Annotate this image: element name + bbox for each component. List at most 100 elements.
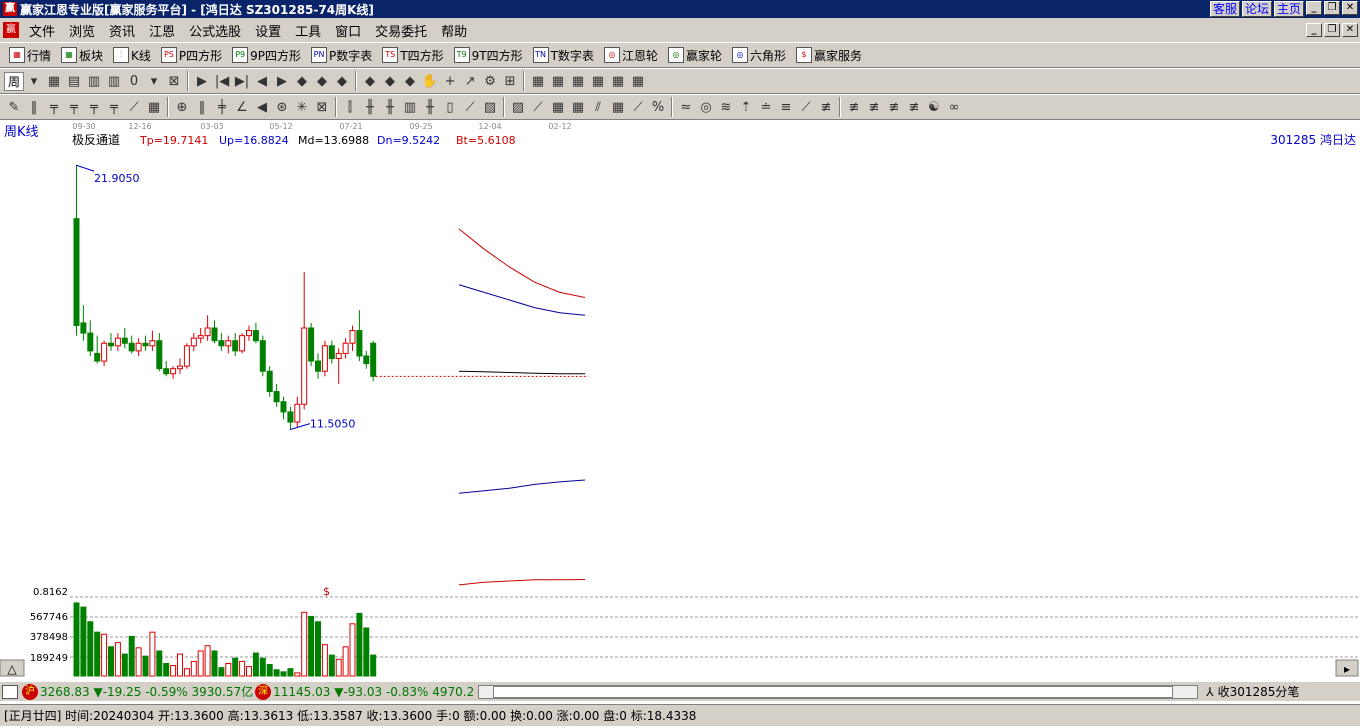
tool-icon[interactable]: ⊞ — [500, 71, 520, 91]
toolbar-button-2[interactable]: ⫶ K线 — [108, 47, 156, 64]
tool-icon[interactable]: ▦ — [608, 71, 628, 91]
link-forum[interactable]: 论坛 — [1241, 1, 1272, 17]
tool-icon[interactable]: ☯ — [924, 97, 944, 117]
tool-icon[interactable]: ▦ — [588, 71, 608, 91]
tool-icon[interactable]: ⇡ — [736, 97, 756, 117]
tool-icon[interactable]: ╤ — [84, 97, 104, 117]
tool-icon[interactable]: ≢ — [884, 97, 904, 117]
tool-icon[interactable]: ≢ — [816, 97, 836, 117]
tool-icon[interactable]: ◆ — [332, 71, 352, 91]
tool-icon[interactable]: ⊕ — [172, 97, 192, 117]
tool-icon[interactable]: ✳ — [292, 97, 312, 117]
menu-file[interactable]: 文件 — [22, 21, 62, 40]
tool-icon[interactable]: ⫽ — [588, 97, 608, 117]
menu-settings[interactable]: 设置 — [248, 21, 288, 40]
tool-icon[interactable]: % — [648, 97, 668, 117]
tool-icon[interactable]: ⊠ — [164, 71, 184, 91]
menu-help[interactable]: 帮助 — [434, 21, 474, 40]
period-selector[interactable]: 周 — [4, 71, 25, 91]
tool-icon[interactable]: ▨ — [480, 97, 500, 117]
tool-icon[interactable]: ≢ — [844, 97, 864, 117]
tool-icon[interactable]: |◀ — [212, 71, 232, 91]
document-icon[interactable]: 赢 — [3, 22, 19, 38]
tool-icon[interactable]: ⫿ — [340, 97, 360, 117]
minimize-button[interactable]: _ — [1306, 1, 1322, 15]
tool-icon[interactable]: ⊛ — [272, 97, 292, 117]
toolbar-button-11[interactable]: ◎ 六角形 — [727, 47, 791, 64]
toolbar-button-9[interactable]: ◎ 江恩轮 — [599, 47, 663, 64]
tool-icon[interactable]: ▥ — [104, 71, 124, 91]
tool-icon[interactable]: + — [440, 71, 460, 91]
tool-icon[interactable]: ✋ — [420, 71, 440, 91]
tool-icon[interactable]: ▥ — [400, 97, 420, 117]
tool-icon[interactable]: ▨ — [508, 97, 528, 117]
tool-icon[interactable]: ↗ — [460, 71, 480, 91]
tool-icon[interactable]: ✎ — [4, 97, 24, 117]
grid-icon[interactable] — [2, 684, 18, 699]
toolbar-button-8[interactable]: TN T数字表 — [528, 47, 599, 64]
tool-icon[interactable]: ⟋ — [796, 97, 816, 117]
tool-icon[interactable]: ⟋ — [460, 97, 480, 117]
tool-icon[interactable]: ≢ — [864, 97, 884, 117]
tool-icon[interactable]: ╫ — [360, 97, 380, 117]
tool-icon[interactable]: ╪ — [212, 97, 232, 117]
tool-icon[interactable]: ▶ — [272, 71, 292, 91]
tool-icon[interactable]: ▦ — [548, 71, 568, 91]
menu-formula[interactable]: 公式选股 — [182, 21, 248, 40]
close-button[interactable]: ✕ — [1342, 1, 1358, 15]
toolbar-button-12[interactable]: $ 赢家服务 — [791, 47, 867, 64]
tool-icon[interactable]: ▶ — [192, 71, 212, 91]
tool-icon[interactable]: ≈ — [676, 97, 696, 117]
chart-area[interactable]: 周K线 09-30 12-16 03-03 05-12 07-21 09-25 12-04 02… — [0, 120, 1360, 678]
restore-button[interactable]: ❐ — [1324, 1, 1340, 15]
toolbar-button-4[interactable]: P9 9P四方形 — [227, 47, 306, 64]
kline-chart[interactable]: 周K线 09-30 12-16 03-03 05-12 07-21 09-25 12-04 02… — [0, 120, 1360, 678]
tool-icon[interactable]: ▤ — [64, 71, 84, 91]
tool-icon[interactable]: ◎ — [696, 97, 716, 117]
tool-icon[interactable]: ╫ — [420, 97, 440, 117]
tool-icon[interactable]: ◆ — [380, 71, 400, 91]
tool-icon[interactable]: ⚙ — [480, 71, 500, 91]
tool-icon[interactable]: ╤ — [44, 97, 64, 117]
menu-trade[interactable]: 交易委托 — [368, 21, 434, 40]
tool-icon[interactable]: ∞ — [944, 97, 964, 117]
tool-icon[interactable]: ⟋ — [124, 97, 144, 117]
menu-window[interactable]: 窗口 — [328, 21, 368, 40]
scrollbar-thumb[interactable] — [493, 685, 1174, 698]
tool-icon[interactable]: ▶| — [232, 71, 252, 91]
menu-tools[interactable]: 工具 — [288, 21, 328, 40]
sz-index-badge[interactable]: 深 — [255, 683, 272, 700]
tool-icon[interactable]: ◆ — [400, 71, 420, 91]
toolbar-button-5[interactable]: PN P数字表 — [306, 47, 377, 64]
menu-browse[interactable]: 浏览 — [62, 21, 102, 40]
toolbar-button-6[interactable]: TS T四方形 — [377, 47, 448, 64]
doc-close-button[interactable]: ✕ — [1342, 23, 1358, 37]
tool-icon[interactable]: ╤ — [64, 97, 84, 117]
tool-icon[interactable]: ▦ — [548, 97, 568, 117]
tool-icon[interactable]: ‖ — [24, 97, 44, 117]
toolbar-button-3[interactable]: PS P四方形 — [156, 47, 227, 64]
tool-icon[interactable]: ▯ — [440, 97, 460, 117]
tool-icon[interactable]: ◀ — [252, 97, 272, 117]
tool-icon[interactable]: ▦ — [568, 97, 588, 117]
tool-icon[interactable]: ≢ — [904, 97, 924, 117]
tool-icon[interactable]: ╫ — [380, 97, 400, 117]
menu-info[interactable]: 资讯 — [102, 21, 142, 40]
tool-icon[interactable]: ▾ — [144, 71, 164, 91]
tool-icon[interactable]: ▦ — [144, 97, 164, 117]
tool-icon[interactable]: ⟋ — [528, 97, 548, 117]
tool-icon[interactable]: ◆ — [292, 71, 312, 91]
sh-index-badge[interactable]: 沪 — [22, 683, 38, 700]
tool-icon[interactable]: ∠ — [232, 97, 252, 117]
tool-icon[interactable]: ⊠ — [312, 97, 332, 117]
ticker-scrollbar[interactable] — [478, 684, 1199, 699]
tool-icon[interactable]: ▦ — [628, 71, 648, 91]
tool-icon[interactable]: ◆ — [312, 71, 332, 91]
tool-icon[interactable]: ▦ — [568, 71, 588, 91]
tool-icon[interactable]: ▦ — [528, 71, 548, 91]
link-home[interactable]: 主页 — [1273, 1, 1304, 17]
tool-icon[interactable]: ▾ — [24, 71, 44, 91]
tool-icon[interactable]: ≡ — [776, 97, 796, 117]
tool-icon[interactable]: ◀ — [252, 71, 272, 91]
toolbar-button-7[interactable]: T9 9T四方形 — [449, 47, 528, 64]
